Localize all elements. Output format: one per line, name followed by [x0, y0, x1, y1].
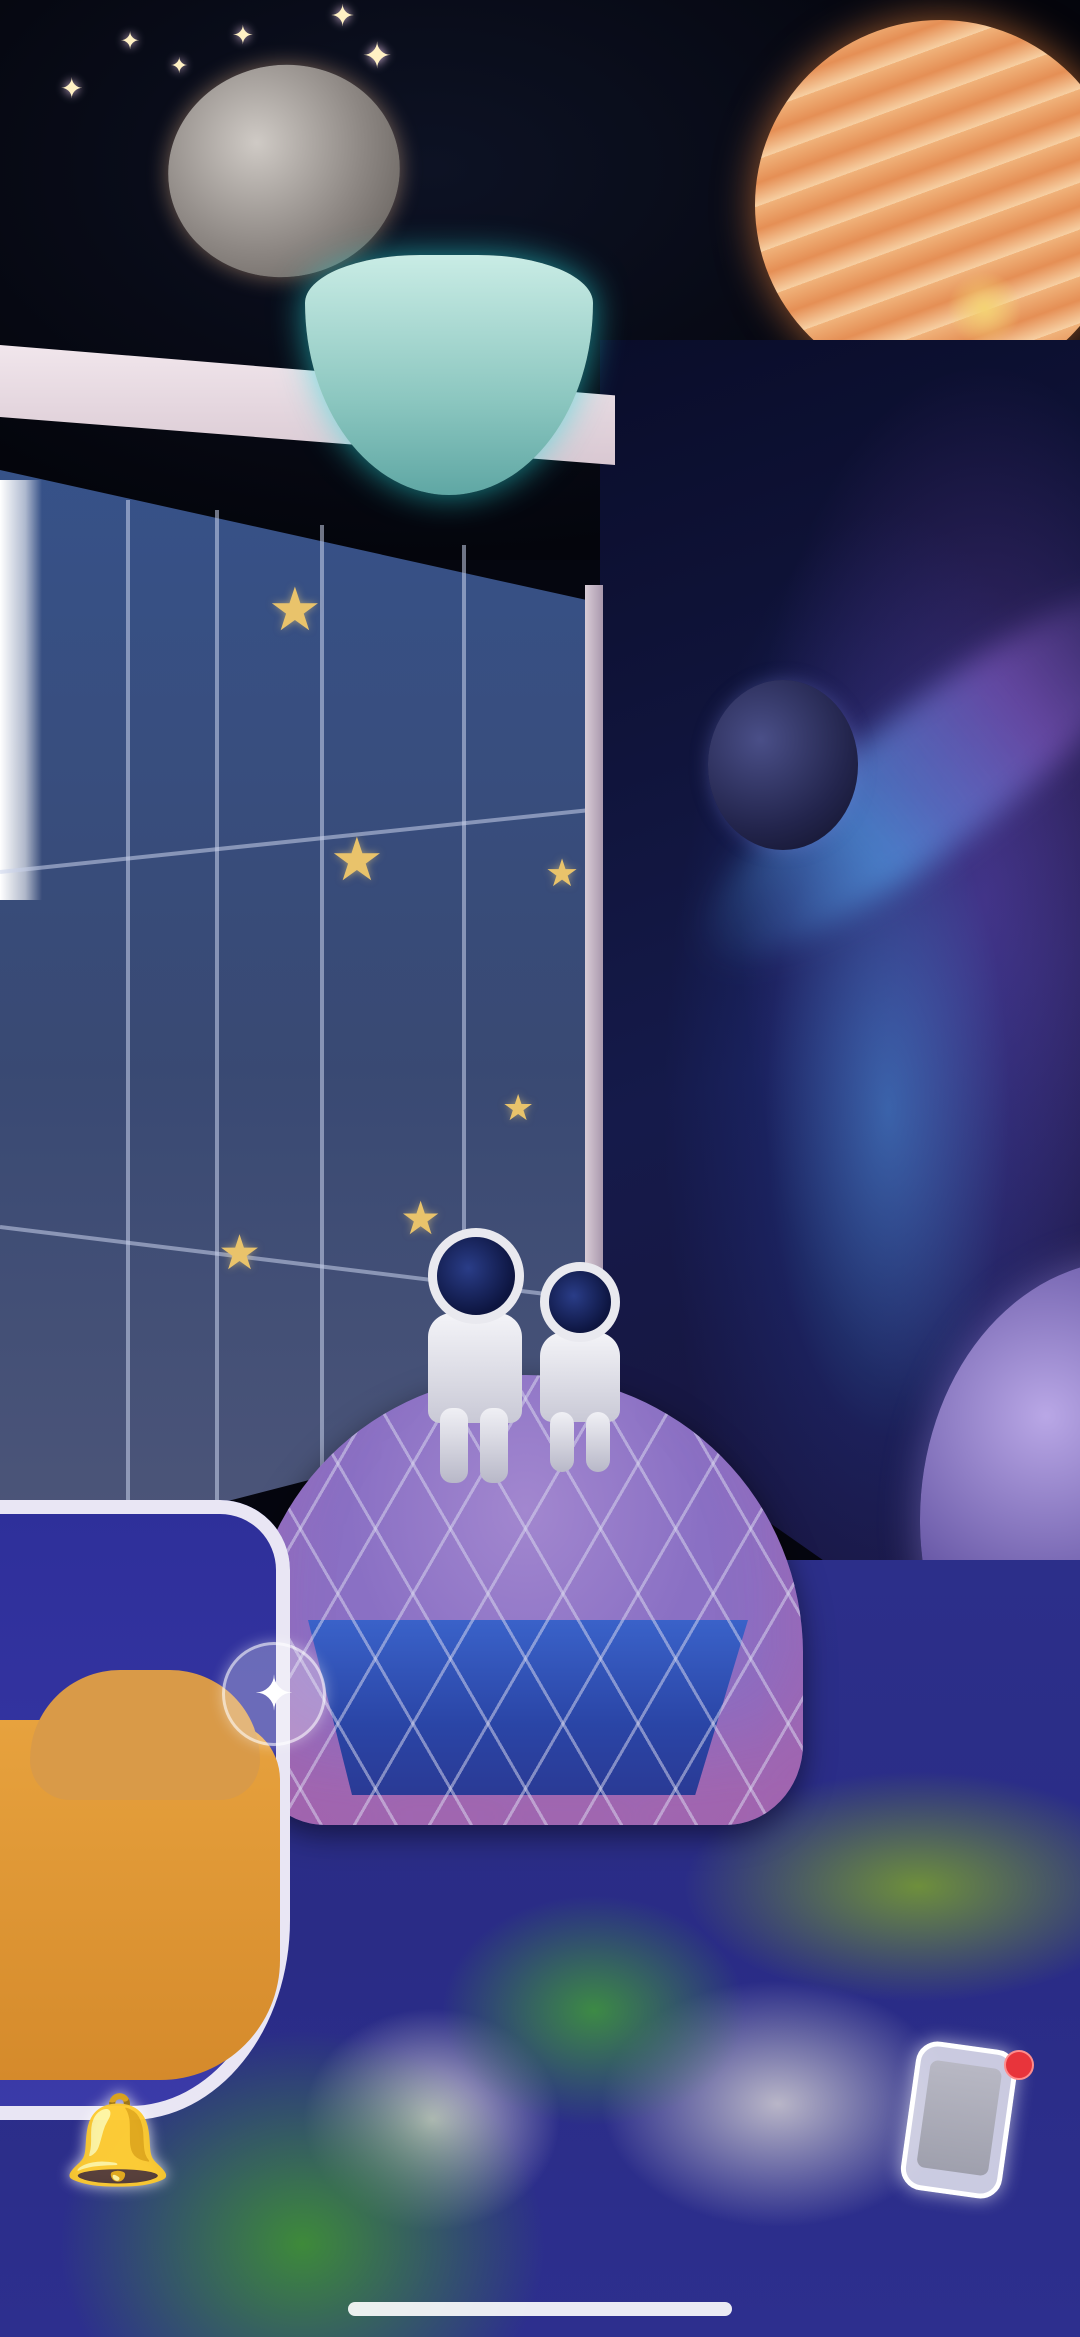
astronaut-leg — [440, 1408, 468, 1483]
astronaut-suit — [428, 1313, 522, 1423]
notification-badge — [1004, 2050, 1034, 2080]
twinkle-star: ✦ — [330, 0, 356, 33]
bell-button[interactable]: 🔔 — [63, 2085, 173, 2195]
astronaut-helmet — [540, 1262, 620, 1342]
four-point-sparkle-icon: ✦ — [253, 1668, 295, 1721]
star-decal: ★ — [268, 576, 322, 643]
twinkle-star: ✦ — [120, 28, 141, 55]
astronaut-leg — [480, 1408, 508, 1483]
phone-icon — [916, 2059, 1003, 2177]
star-decal: ★ — [545, 853, 580, 895]
astronaut-helmet — [428, 1228, 524, 1324]
dark-planet-wall — [708, 680, 858, 850]
twinkle-star: ✦ — [60, 73, 84, 104]
star-decal: ★ — [218, 1227, 262, 1280]
ar-move-button[interactable]: ✦ — [222, 1642, 326, 1746]
window-light — [0, 480, 42, 900]
home-indicator[interactable] — [348, 2302, 732, 2316]
star-decal: ★ — [502, 1087, 535, 1128]
astronaut-right[interactable] — [528, 1262, 638, 1472]
bell-icon: 🔔 — [63, 2090, 173, 2189]
astronaut-leg — [550, 1412, 574, 1472]
window-mullion — [215, 510, 219, 1510]
window-mullion — [320, 525, 324, 1490]
twinkle-star: ✦ — [362, 35, 393, 76]
ar-room-scene[interactable]: ✦ ✦ ✦ ✦ ✦ ✦ ★ ★ ★ ★ ★ ★ — [0, 0, 1080, 2337]
astronaut-left[interactable] — [410, 1228, 540, 1488]
star-decal: ★ — [330, 826, 384, 893]
twinkle-star: ✦ — [232, 20, 254, 50]
astronaut-leg — [586, 1412, 610, 1472]
window-mullion — [126, 500, 130, 1520]
phone-button[interactable] — [898, 2038, 1020, 2202]
astronaut-suit — [540, 1332, 620, 1422]
twinkle-star: ✦ — [170, 53, 189, 78]
